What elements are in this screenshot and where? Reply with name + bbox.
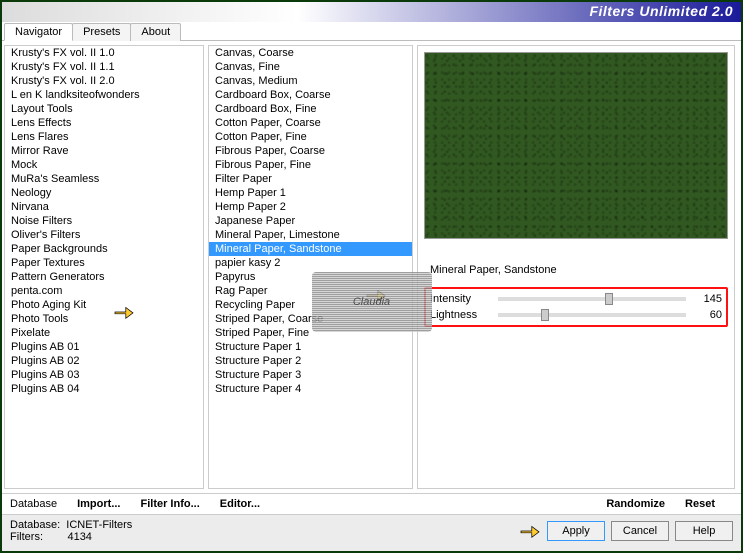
list-item[interactable]: Fibrous Paper, Fine: [209, 158, 412, 172]
param-lightness-label: Lightness: [430, 309, 490, 321]
list-item[interactable]: Paper Textures: [5, 256, 203, 270]
list-item[interactable]: Structure Paper 4: [209, 382, 412, 396]
title-bar: Filters Unlimited 2.0: [2, 2, 741, 22]
database-label: Database:: [10, 519, 60, 531]
cancel-button[interactable]: Cancel: [611, 521, 669, 541]
list-item[interactable]: papier kasy 2: [209, 256, 412, 270]
tab-about[interactable]: About: [130, 23, 181, 41]
apply-button[interactable]: Apply: [547, 521, 605, 541]
list-item[interactable]: Structure Paper 3: [209, 368, 412, 382]
database-value: ICNET-Filters: [66, 519, 132, 531]
hand-cursor-icon: [519, 522, 541, 540]
list-item[interactable]: Krusty's FX vol. II 1.0: [5, 46, 203, 60]
param-lightness-slider[interactable]: [498, 313, 686, 317]
list-item[interactable]: Noise Filters: [5, 214, 203, 228]
list-item[interactable]: MuRa's Seamless: [5, 172, 203, 186]
texture-preview: [425, 53, 727, 238]
tab-navigator[interactable]: Navigator: [4, 23, 73, 41]
list-item[interactable]: Structure Paper 2: [209, 354, 412, 368]
editor-button[interactable]: Editor...: [220, 498, 260, 510]
category-list-panel: Krusty's FX vol. II 1.0Krusty's FX vol. …: [4, 45, 204, 489]
list-item[interactable]: Paper Backgrounds: [5, 242, 203, 256]
param-lightness-row: Lightness 60: [430, 307, 722, 323]
list-item[interactable]: Mock: [5, 158, 203, 172]
tab-presets[interactable]: Presets: [72, 23, 131, 41]
slider-thumb[interactable]: [541, 309, 549, 321]
tab-bar: Navigator Presets About: [2, 22, 741, 41]
list-item[interactable]: Mirror Rave: [5, 144, 203, 158]
category-listbox[interactable]: Krusty's FX vol. II 1.0Krusty's FX vol. …: [5, 46, 203, 488]
selected-filter-name: Mineral Paper, Sandstone: [424, 261, 728, 279]
list-item[interactable]: Nirvana: [5, 200, 203, 214]
list-item[interactable]: Krusty's FX vol. II 1.1: [5, 60, 203, 74]
list-item[interactable]: Hemp Paper 1: [209, 186, 412, 200]
list-item[interactable]: Recycling Paper: [209, 298, 412, 312]
list-item[interactable]: Canvas, Medium: [209, 74, 412, 88]
filters-count-label: Filters:: [10, 531, 43, 543]
list-item[interactable]: Lens Effects: [5, 116, 203, 130]
list-item[interactable]: Plugins AB 02: [5, 354, 203, 368]
param-lightness-value: 60: [694, 309, 722, 321]
list-item[interactable]: Krusty's FX vol. II 2.0: [5, 74, 203, 88]
list-item[interactable]: Layout Tools: [5, 102, 203, 116]
param-intensity-slider[interactable]: [498, 297, 686, 301]
list-item[interactable]: Striped Paper, Coarse: [209, 312, 412, 326]
filter-info-button[interactable]: Filter Info...: [140, 498, 199, 510]
parameters-box: Intensity 145 Lightness 60: [424, 287, 728, 327]
list-item[interactable]: Canvas, Coarse: [209, 46, 412, 60]
database-button[interactable]: Database: [10, 498, 57, 510]
list-item[interactable]: Cotton Paper, Coarse: [209, 116, 412, 130]
footer-meta: Database: ICNET-Filters Filters: 4134: [10, 519, 132, 543]
help-button[interactable]: Help: [675, 521, 733, 541]
param-intensity-row: Intensity 145: [430, 291, 722, 307]
list-item[interactable]: Canvas, Fine: [209, 60, 412, 74]
list-item[interactable]: Hemp Paper 2: [209, 200, 412, 214]
list-item[interactable]: Mineral Paper, Limestone: [209, 228, 412, 242]
list-item[interactable]: Pattern Generators: [5, 270, 203, 284]
preview-image: [424, 52, 728, 239]
list-item[interactable]: Plugins AB 04: [5, 382, 203, 396]
list-item[interactable]: Fibrous Paper, Coarse: [209, 144, 412, 158]
slider-thumb[interactable]: [605, 293, 613, 305]
list-item[interactable]: Filter Paper: [209, 172, 412, 186]
param-intensity-value: 145: [694, 293, 722, 305]
list-item[interactable]: L en K landksiteofwonders: [5, 88, 203, 102]
filters-count-value: 4134: [67, 531, 91, 543]
list-item[interactable]: Photo Aging Kit: [5, 298, 203, 312]
list-item[interactable]: Structure Paper 1: [209, 340, 412, 354]
list-item[interactable]: Striped Paper, Fine: [209, 326, 412, 340]
list-item[interactable]: Mineral Paper, Sandstone: [209, 242, 412, 256]
param-intensity-label: Intensity: [430, 293, 490, 305]
list-item[interactable]: Photo Tools: [5, 312, 203, 326]
list-item[interactable]: Cardboard Box, Fine: [209, 102, 412, 116]
list-item[interactable]: Cardboard Box, Coarse: [209, 88, 412, 102]
preview-panel: Mineral Paper, Sandstone Intensity 145 L…: [417, 45, 735, 489]
list-item[interactable]: Plugins AB 03: [5, 368, 203, 382]
list-item[interactable]: Papyrus: [209, 270, 412, 284]
list-item[interactable]: Rag Paper: [209, 284, 412, 298]
list-item[interactable]: penta.com: [5, 284, 203, 298]
list-item[interactable]: Lens Flares: [5, 130, 203, 144]
randomize-button[interactable]: Randomize: [606, 498, 665, 510]
list-item[interactable]: Cotton Paper, Fine: [209, 130, 412, 144]
filter-list-panel: Canvas, CoarseCanvas, FineCanvas, Medium…: [208, 45, 413, 489]
link-buttons-row: Database Import... Filter Info... Editor…: [2, 493, 741, 514]
list-item[interactable]: Neology: [5, 186, 203, 200]
list-item[interactable]: Pixelate: [5, 326, 203, 340]
list-item[interactable]: Plugins AB 01: [5, 340, 203, 354]
filters-unlimited-window: Filters Unlimited 2.0 Navigator Presets …: [0, 0, 743, 553]
list-item[interactable]: Oliver's Filters: [5, 228, 203, 242]
filter-listbox[interactable]: Canvas, CoarseCanvas, FineCanvas, Medium…: [209, 46, 412, 488]
footer-bar: Database: ICNET-Filters Filters: 4134 Ap…: [2, 514, 741, 549]
footer-buttons: Apply Cancel Help: [519, 521, 733, 541]
reset-button[interactable]: Reset: [685, 498, 715, 510]
app-title: Filters Unlimited 2.0: [589, 3, 733, 19]
main-panel: Krusty's FX vol. II 1.0Krusty's FX vol. …: [2, 41, 741, 493]
import-button[interactable]: Import...: [77, 498, 120, 510]
list-item[interactable]: Japanese Paper: [209, 214, 412, 228]
